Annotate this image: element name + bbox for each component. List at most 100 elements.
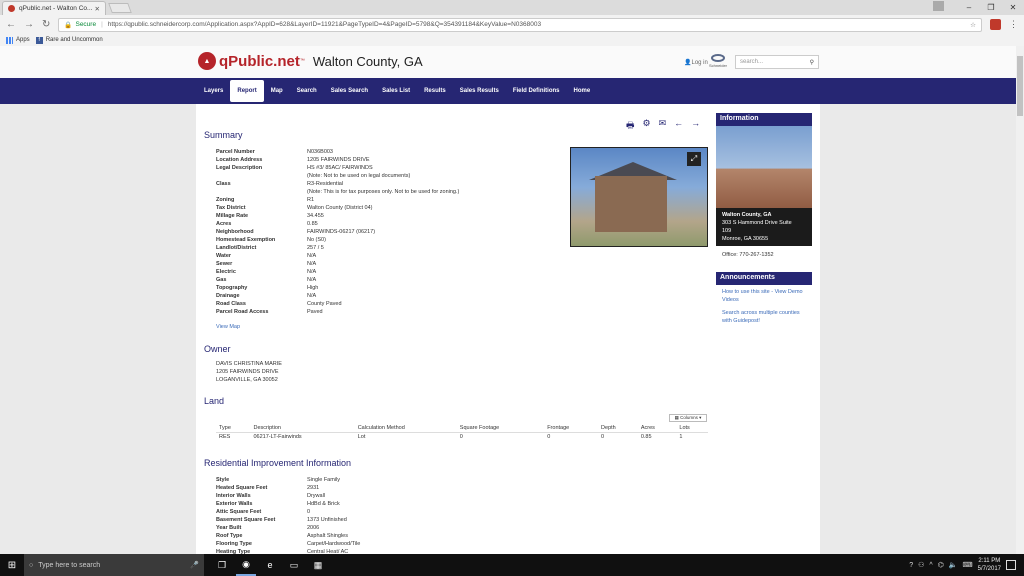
login-link[interactable]: 👤Log in <box>684 59 708 66</box>
field-row: Year Built 2006 <box>216 524 360 532</box>
field-label: Homestead Exemption <box>216 237 276 243</box>
schneider-label: Schneider <box>708 63 727 68</box>
close-tab-icon[interactable]: ✕ <box>95 5 100 13</box>
file-explorer-icon[interactable]: ▭ <box>284 554 304 576</box>
search-placeholder: search... <box>740 59 764 65</box>
field-row: Acres 0.85 <box>216 220 459 228</box>
field-row: (Note: Not to be used on legal documents… <box>216 172 459 180</box>
caption-address-1: 303 S Hammond Drive Suite <box>722 220 792 226</box>
keyboard-icon[interactable]: ⌨ <box>963 561 973 569</box>
user-icon[interactable] <box>933 1 944 11</box>
expand-icon[interactable]: ⤢ <box>687 152 701 166</box>
owner-block: DAVIS CHRISTINA MARIE 1205 FAIRWINDS DRI… <box>216 360 282 384</box>
minimize-icon[interactable]: – <box>958 0 980 15</box>
column-header[interactable]: Description <box>250 424 355 433</box>
bookmark-rare[interactable]: f Rare and Uncommon <box>35 36 103 44</box>
field-value: HdBd & Brick <box>307 501 340 507</box>
menu-icon[interactable]: ⋮ <box>1009 19 1018 30</box>
clock[interactable]: 2:11 PM 5/7/2017 <box>978 557 1001 573</box>
network-icon[interactable]: ⌬ <box>938 561 944 569</box>
announcement-link[interactable]: Search across multiple counties with Gui… <box>722 310 806 325</box>
page-scrollbar[interactable] <box>1016 46 1024 554</box>
field-row: Flooring Type Carpet/Hardwood/Tile <box>216 540 360 548</box>
field-label: Exterior Walls <box>216 501 253 507</box>
back-icon[interactable]: ← <box>6 19 16 30</box>
extension-icon[interactable] <box>990 19 1001 30</box>
people-icon[interactable]: ⚇ <box>918 561 924 569</box>
field-row: Class R3-Residential <box>216 180 459 188</box>
field-row: Topography High <box>216 284 459 292</box>
column-header[interactable]: Calculation Method <box>354 424 457 433</box>
nav-report[interactable]: Report <box>230 80 264 102</box>
column-header[interactable]: Frontage <box>544 424 599 433</box>
property-photo[interactable]: ⤢ <box>570 147 708 247</box>
mic-icon[interactable]: 🎤 <box>190 561 199 569</box>
field-value: R1 <box>307 197 315 203</box>
bookmark-label: Apps <box>16 37 30 43</box>
announcement-link[interactable]: How to use this site - View Demo Videos <box>722 289 806 304</box>
field-row: Attic Square Feet 0 <box>216 508 360 516</box>
chevron-up-icon[interactable]: ^ <box>929 562 932 569</box>
maximize-icon[interactable]: ❐ <box>980 0 1002 15</box>
bookmark-apps[interactable]: Apps <box>6 36 30 44</box>
login-label: Log in <box>691 60 708 66</box>
task-view-icon[interactable]: ❐ <box>212 554 232 576</box>
column-header[interactable]: Type <box>216 424 251 433</box>
nav-home[interactable]: Home <box>566 78 597 104</box>
caption-name: Walton County, GA <box>722 212 772 218</box>
browser-tab[interactable]: qPublic.net - Walton Co... ✕ <box>2 1 106 15</box>
field-value: 2006 <box>307 525 320 531</box>
field-label: Heated Square Feet <box>216 485 268 491</box>
column-header[interactable]: Square Footage <box>456 424 545 433</box>
field-value: R3-Residential <box>307 181 344 187</box>
nav-map[interactable]: Map <box>264 78 290 104</box>
site-logo[interactable]: ▲ qPublic.net ™ Walton County, GA <box>198 52 423 70</box>
email-icon[interactable]: ✉ <box>659 118 667 134</box>
store-icon[interactable]: ▦ <box>308 554 328 576</box>
arrow-right-icon[interactable]: → <box>691 118 700 134</box>
field-label: Acres <box>216 221 232 227</box>
nav-sales-search[interactable]: Sales Search <box>324 78 375 104</box>
nav-sales-list[interactable]: Sales List <box>375 78 417 104</box>
print-icon[interactable]: 🖶 <box>626 118 635 134</box>
field-row: Heated Square Feet 2931 <box>216 484 360 492</box>
search-icon[interactable]: ⚲ <box>810 59 814 66</box>
chrome-icon[interactable]: ◉ <box>236 554 256 576</box>
nav-search[interactable]: Search <box>290 78 324 104</box>
field-value: 1205 FAIRWINDS DRIVE <box>307 157 370 163</box>
volume-icon[interactable]: 🔈 <box>949 561 958 569</box>
field-row: Exterior Walls HdBd & Brick <box>216 500 360 508</box>
nav-layers[interactable]: Layers <box>197 78 230 104</box>
close-window-icon[interactable]: ✕ <box>1002 0 1024 15</box>
columns-button[interactable]: ▦ Columns ▾ <box>669 414 707 422</box>
column-header[interactable]: Acres <box>637 424 677 433</box>
reload-icon[interactable]: ↻ <box>42 19 50 30</box>
taskbar-search[interactable]: ○ Type here to search 🎤 <box>24 554 204 576</box>
scrollbar-thumb[interactable] <box>1017 56 1023 116</box>
field-row: Legal Description HS #3/ 85AC/ FAIRWINDS <box>216 164 459 172</box>
search-input[interactable]: search... ⚲ <box>735 55 819 69</box>
column-header[interactable]: Lots <box>676 424 708 433</box>
column-header[interactable]: Depth <box>598 424 638 433</box>
field-value: No (S0) <box>307 237 326 243</box>
nav-sales-results[interactable]: Sales Results <box>453 78 506 104</box>
arrow-left-icon[interactable]: ← <box>674 118 683 134</box>
field-value: (Note: This is for tax purposes only. No… <box>307 189 460 195</box>
windows-start-icon[interactable]: ⊞ <box>0 554 24 576</box>
field-label: Landlot/District <box>216 245 257 251</box>
view-map-link[interactable]: View Map <box>216 324 240 330</box>
bookmark-star-icon[interactable]: ☆ <box>970 21 976 29</box>
nav-results[interactable]: Results <box>417 78 453 104</box>
field-row: Landlot/District 257 / 5 <box>216 244 459 252</box>
new-tab-button[interactable] <box>108 3 132 13</box>
edge-icon[interactable]: e <box>260 554 280 576</box>
field-row: Sewer N/A <box>216 260 459 268</box>
help-icon[interactable]: ? <box>909 562 913 569</box>
nav-field-definitions[interactable]: Field Definitions <box>506 78 567 104</box>
settings-icon[interactable]: ⚙ <box>643 118 651 134</box>
notifications-icon[interactable] <box>1006 560 1016 570</box>
forward-icon[interactable]: → <box>24 19 34 30</box>
courthouse-photo: Walton County, GA 303 S Hammond Drive Su… <box>716 126 812 246</box>
address-bar[interactable]: 🔒 Secure | https://qpublic.schneidercorp.co… <box>58 17 982 32</box>
table-cell: 06217-LT-Fairwinds <box>253 434 302 441</box>
